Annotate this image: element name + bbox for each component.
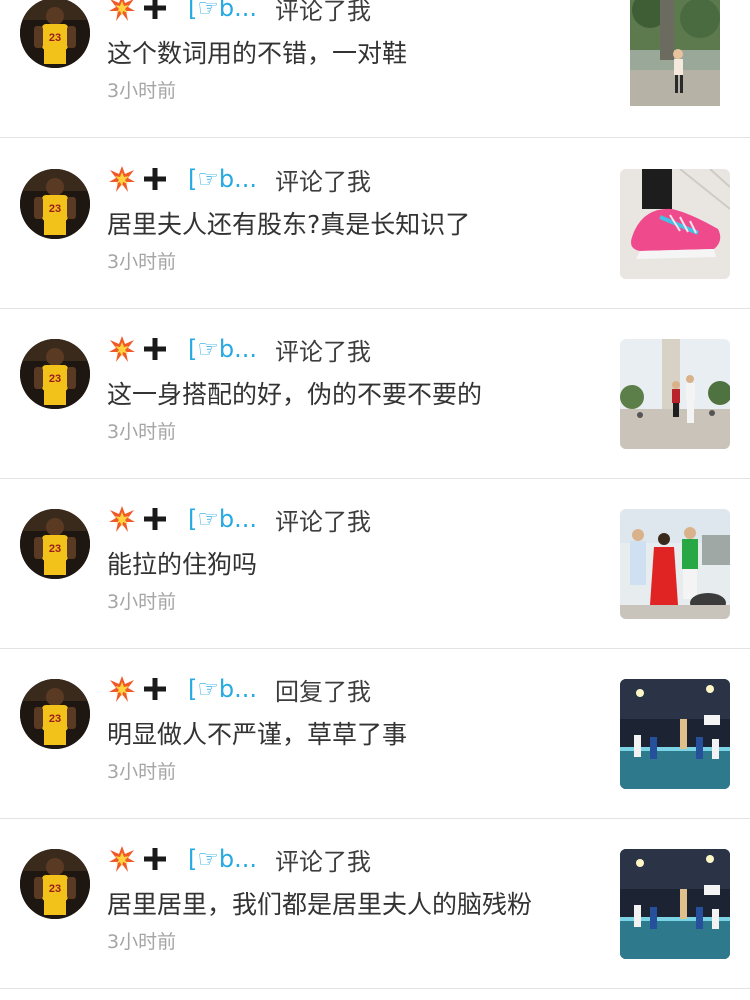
plus-icon	[142, 506, 168, 532]
svg-text:23: 23	[49, 883, 61, 895]
avatar[interactable]: 23	[20, 849, 90, 919]
player-23-avatar-icon: 23	[20, 679, 90, 749]
notification-item[interactable]: 23 [☞b... 评论了我 这个数词用的不错，一对鞋 3小时前	[0, 0, 750, 138]
username-link[interactable]: [☞b...	[188, 845, 257, 873]
action-text: 评论了我	[275, 847, 371, 876]
comment-text: 居里居里，我们都是居里夫人的脑残粉	[107, 890, 533, 919]
svg-text:23: 23	[49, 373, 61, 385]
username-link[interactable]: [☞b...	[188, 165, 257, 193]
item-header: [☞b... 评论了我	[108, 333, 371, 366]
plus-icon	[142, 0, 168, 21]
avatar[interactable]: 23	[20, 339, 90, 409]
item-header: [☞b... 评论了我	[108, 503, 371, 536]
post-thumbnail[interactable]	[620, 509, 730, 619]
item-header: [☞b... 评论了我	[108, 163, 371, 196]
notification-item[interactable]: 23 [☞b... 评论了我 居里居里，我们都是居里夫人的脑残粉 3小时前	[0, 819, 750, 989]
timestamp: 3小时前	[107, 591, 177, 613]
action-text: 评论了我	[275, 507, 371, 536]
avatar[interactable]: 23	[20, 509, 90, 579]
username-link[interactable]: [☞b...	[188, 335, 257, 363]
username-link[interactable]: [☞b...	[188, 505, 257, 533]
player-23-avatar-icon: 23	[20, 339, 90, 409]
avatar[interactable]: 23	[20, 679, 90, 749]
photo-woman-statue-icon	[630, 0, 720, 106]
plus-icon	[142, 336, 168, 362]
photo-basketball-court-icon	[620, 679, 730, 789]
svg-text:23: 23	[49, 32, 61, 44]
avatar[interactable]: 23	[20, 0, 90, 68]
post-thumbnail[interactable]	[620, 169, 730, 279]
post-thumbnail[interactable]	[620, 679, 730, 789]
item-header: [☞b... 评论了我	[108, 843, 371, 876]
player-23-avatar-icon: 23	[20, 169, 90, 239]
notification-item[interactable]: 23 [☞b... 评论了我 居里夫人还有股东?真是长知识了 3小时前	[0, 139, 750, 309]
photo-basketball-court-icon	[620, 849, 730, 959]
plus-icon	[142, 166, 168, 192]
comment-text: 明显做人不严谨，草草了事	[107, 720, 408, 749]
notification-feed: 23 [☞b... 评论了我 这个数词用的不错，一对鞋 3小时前 23 [☞b.…	[0, 0, 750, 1000]
timestamp: 3小时前	[107, 761, 177, 783]
plus-icon	[142, 846, 168, 872]
notification-item[interactable]: 23 [☞b... 回复了我 明显做人不严谨，草草了事 3小时前	[0, 649, 750, 819]
post-thumbnail[interactable]	[620, 339, 730, 449]
action-text: 回复了我	[275, 677, 371, 706]
collision-burst-icon	[108, 165, 136, 193]
comment-text: 这一身搭配的好，伪的不要不要的	[107, 380, 483, 409]
collision-burst-icon	[108, 0, 136, 22]
collision-burst-icon	[108, 845, 136, 873]
item-header: [☞b... 评论了我	[108, 0, 371, 25]
comment-text: 这个数词用的不错，一对鞋	[107, 39, 408, 68]
username-link[interactable]: [☞b...	[188, 0, 257, 22]
timestamp: 3小时前	[107, 80, 177, 102]
action-text: 评论了我	[275, 337, 371, 366]
plus-icon	[142, 676, 168, 702]
photo-group-dog-icon	[620, 509, 730, 619]
player-23-avatar-icon: 23	[20, 849, 90, 919]
item-header: [☞b... 回复了我	[108, 673, 371, 706]
timestamp: 3小时前	[107, 931, 177, 953]
collision-burst-icon	[108, 675, 136, 703]
photo-pink-sneaker-icon	[620, 169, 730, 279]
notification-item[interactable]: 23 [☞b... 评论了我 能拉的住狗吗 3小时前	[0, 479, 750, 649]
svg-text:23: 23	[49, 543, 61, 555]
svg-text:23: 23	[49, 203, 61, 215]
notification-item[interactable]: 23 [☞b... 评论了我 这一身搭配的好，伪的不要不要的 3小时前	[0, 309, 750, 479]
player-23-avatar-icon: 23	[20, 0, 90, 68]
action-text: 评论了我	[275, 167, 371, 196]
comment-text: 居里夫人还有股东?真是长知识了	[107, 210, 471, 239]
player-23-avatar-icon: 23	[20, 509, 90, 579]
svg-text:23: 23	[49, 713, 61, 725]
post-thumbnail[interactable]	[620, 849, 730, 959]
collision-burst-icon	[108, 505, 136, 533]
avatar[interactable]: 23	[20, 169, 90, 239]
action-text: 评论了我	[275, 0, 371, 25]
timestamp: 3小时前	[107, 251, 177, 273]
collision-burst-icon	[108, 335, 136, 363]
username-link[interactable]: [☞b...	[188, 675, 257, 703]
post-thumbnail[interactable]	[630, 0, 720, 106]
timestamp: 3小时前	[107, 421, 177, 443]
comment-text: 能拉的住狗吗	[107, 550, 258, 579]
photo-couple-plaza-icon	[620, 339, 730, 449]
